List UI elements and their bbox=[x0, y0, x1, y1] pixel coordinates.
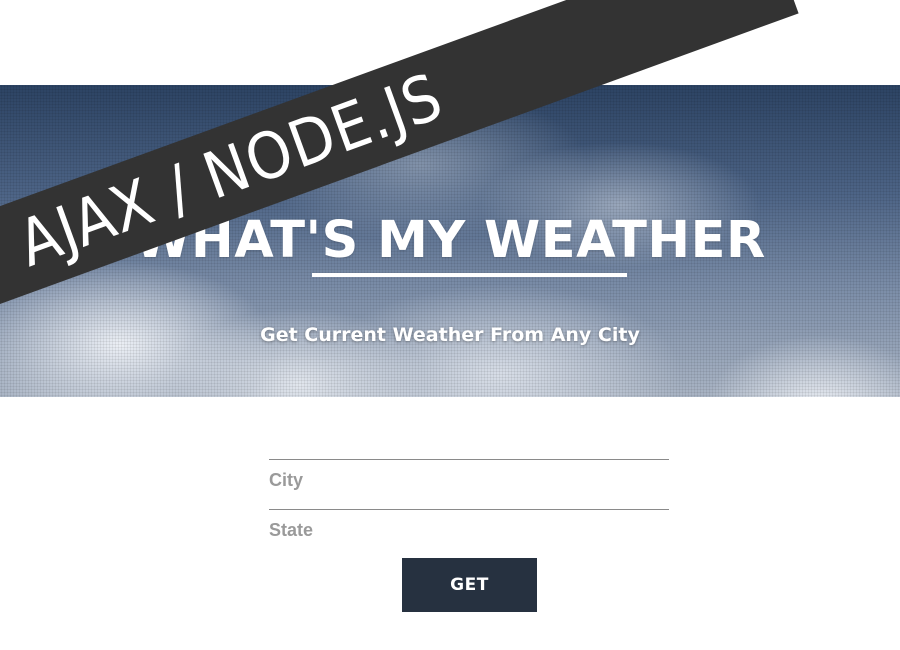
title-divider bbox=[312, 273, 627, 277]
page-subtitle: Get Current Weather From Any City bbox=[260, 324, 640, 346]
city-field-wrapper bbox=[269, 459, 669, 509]
city-input[interactable] bbox=[269, 466, 669, 494]
state-input[interactable] bbox=[269, 516, 669, 544]
page-title: WHAT'S MY WEATHER bbox=[134, 211, 766, 271]
get-weather-button[interactable]: GET bbox=[402, 558, 537, 612]
weather-form bbox=[269, 459, 669, 559]
state-field-wrapper bbox=[269, 509, 669, 559]
hero-banner: WHAT'S MY WEATHER Get Current Weather Fr… bbox=[0, 85, 900, 397]
